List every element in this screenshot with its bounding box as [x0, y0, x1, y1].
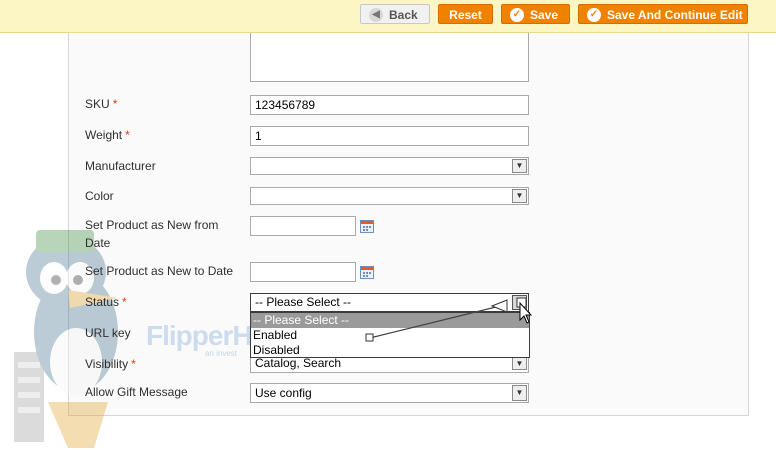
- url-key-label: URL key: [85, 326, 131, 340]
- back-arrow-icon: ◀: [369, 7, 383, 22]
- weight-input[interactable]: 1: [250, 126, 529, 146]
- status-dropdown-list: -- Please Select -- Enabled Disabled: [250, 312, 530, 358]
- gift-message-value: Use config: [255, 386, 312, 400]
- status-option-please-select[interactable]: -- Please Select --: [251, 313, 529, 328]
- required-mark: *: [125, 128, 130, 142]
- status-label: Status *: [85, 295, 127, 309]
- required-mark: *: [122, 295, 127, 309]
- reset-button[interactable]: Reset: [438, 4, 493, 24]
- required-mark: *: [131, 357, 136, 371]
- save-and-continue-label: Save And Continue Edit: [607, 8, 743, 22]
- visibility-select[interactable]: Catalog, Search ▼: [250, 356, 529, 373]
- visibility-label: Visibility *: [85, 357, 136, 371]
- new-from-date-input[interactable]: [250, 216, 356, 236]
- status-option-enabled[interactable]: Enabled: [251, 328, 529, 343]
- save-continue-check-icon: ✓: [587, 7, 601, 22]
- watermark-tagline: an invest: [205, 349, 238, 358]
- calendar-icon[interactable]: [360, 266, 374, 279]
- chevron-down-icon[interactable]: ▼: [512, 385, 527, 401]
- sku-input[interactable]: 123456789: [250, 95, 529, 115]
- color-select[interactable]: ▼: [250, 187, 529, 205]
- save-and-continue-button[interactable]: ✓ Save And Continue Edit: [578, 4, 748, 24]
- back-button[interactable]: ◀ Back: [360, 4, 430, 24]
- save-check-icon: ✓: [510, 7, 524, 22]
- action-toolbar: ◀ Back Reset ✓ Save ✓ Save And Continue Edi…: [0, 0, 776, 33]
- save-button[interactable]: ✓ Save: [501, 4, 570, 24]
- gift-message-select[interactable]: Use config ▼: [250, 383, 529, 403]
- status-option-disabled[interactable]: Disabled: [251, 343, 529, 358]
- chevron-down-icon[interactable]: ▼: [512, 189, 527, 203]
- new-to-date-input[interactable]: [250, 262, 356, 282]
- manufacturer-label: Manufacturer: [85, 159, 156, 173]
- chevron-down-icon[interactable]: ▼: [512, 357, 527, 370]
- new-to-date-label: Set Product as New to Date: [85, 264, 234, 278]
- status-select[interactable]: -- Please Select -- ▼: [250, 293, 529, 312]
- chevron-down-icon[interactable]: ▼: [512, 295, 527, 310]
- sku-label: SKU *: [85, 97, 118, 111]
- description-textarea[interactable]: [250, 33, 529, 82]
- watermark-brand: FlipperH: [146, 320, 253, 351]
- visibility-value: Catalog, Search: [255, 356, 342, 370]
- chevron-down-icon[interactable]: ▼: [512, 159, 527, 173]
- new-from-date-label: Set Product as New from Date: [85, 218, 219, 250]
- manufacturer-select[interactable]: ▼: [250, 157, 529, 175]
- reset-button-label: Reset: [449, 8, 482, 22]
- weight-label: Weight *: [85, 128, 130, 142]
- gift-message-label: Allow Gift Message: [85, 385, 188, 399]
- back-button-label: Back: [389, 8, 418, 22]
- calendar-icon[interactable]: [360, 220, 374, 233]
- save-button-label: Save: [530, 8, 559, 22]
- required-mark: *: [112, 97, 118, 111]
- status-value: -- Please Select --: [255, 295, 352, 309]
- color-label: Color: [85, 189, 114, 203]
